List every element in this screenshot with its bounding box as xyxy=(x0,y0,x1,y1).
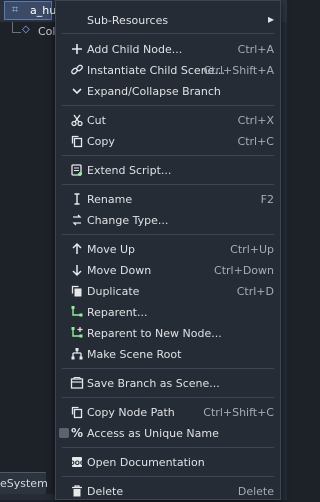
tree-branch-line xyxy=(12,22,21,33)
help-doc-icon: DOC xyxy=(70,455,84,469)
add-icon xyxy=(70,42,84,56)
menu-item-label: Move Up xyxy=(87,243,136,256)
copy-icon xyxy=(70,134,84,148)
copy-path-icon xyxy=(70,405,84,419)
menu-separator xyxy=(62,155,274,156)
arrow-down-icon xyxy=(70,263,84,277)
menu-item-access-as-unique-name[interactable]: % Access as Unique Name xyxy=(56,423,280,444)
menu-item-label: Cut xyxy=(87,114,106,127)
menu-separator xyxy=(62,234,274,235)
menu-item-change-type[interactable]: Change Type... xyxy=(56,210,280,231)
script-extend-icon xyxy=(70,163,84,177)
menu-item-save-branch-as-scene[interactable]: Save Branch as Scene... xyxy=(56,373,280,394)
menu-item-move-down[interactable]: Move Down Ctrl+Down xyxy=(56,260,280,281)
menu-item-copy-node-path[interactable]: Copy Node Path Ctrl+Shift+C xyxy=(56,402,280,423)
menu-item-label: Make Scene Root xyxy=(87,348,182,361)
menu-item-copy[interactable]: Copy Ctrl+C xyxy=(56,131,280,152)
menu-item-shortcut: Ctrl+D xyxy=(236,285,274,298)
collision-shape-icon: ◇ xyxy=(22,24,30,35)
menu-item-add-child-node[interactable]: Add Child Node... Ctrl+A xyxy=(56,39,280,60)
menu-item-shortcut: Delete xyxy=(237,485,274,498)
chevron-right-icon: ▸ xyxy=(267,12,274,26)
menu-item-shortcut: Ctrl+Down xyxy=(214,264,274,277)
svg-text:DOC: DOC xyxy=(70,460,84,467)
menu-item-rename[interactable]: Rename F2 xyxy=(56,189,280,210)
inspector-edge xyxy=(281,0,287,500)
menu-item-label: Expand/Collapse Branch xyxy=(87,85,221,98)
save-scene-icon xyxy=(70,376,84,390)
menu-separator xyxy=(62,476,274,477)
menu-item-label: Access as Unique Name xyxy=(87,427,219,440)
menu-item-shortcut: Ctrl+Up xyxy=(230,243,274,256)
link-icon xyxy=(70,63,84,77)
menu-item-delete[interactable]: Delete Delete xyxy=(56,481,280,502)
menu-separator xyxy=(62,368,274,369)
menu-item-label: Rename xyxy=(87,193,133,206)
scene-root-icon xyxy=(70,347,84,361)
menu-item-label: Copy Node Path xyxy=(87,406,175,419)
menu-item-label: Open Documentation xyxy=(87,456,205,469)
menu-item-extend-script[interactable]: Extend Script... xyxy=(56,160,280,181)
unique-name-checkbox[interactable] xyxy=(59,428,69,438)
menu-item-label: Reparent to New Node... xyxy=(87,327,222,340)
menu-item-reparent-to-new-node[interactable]: Reparent to New Node... xyxy=(56,323,280,344)
menu-item-label: Change Type... xyxy=(87,214,169,227)
menu-item-make-scene-root[interactable]: Make Scene Root xyxy=(56,344,280,365)
menu-item-shortcut: Ctrl+A xyxy=(237,43,274,56)
bottom-panel-tab[interactable]: eSystem xyxy=(0,472,48,494)
menu-item-label: Extend Script... xyxy=(87,164,172,177)
inspector-tab-strip xyxy=(281,0,287,22)
menu-item-expand-collapse-branch[interactable]: Expand/Collapse Branch xyxy=(56,81,280,102)
menu-item-instantiate-child-scene[interactable]: Instantiate Child Scene... Ctrl+Shift+A xyxy=(56,60,280,81)
scissors-icon xyxy=(70,113,84,127)
arrow-up-icon xyxy=(70,242,84,256)
bottom-panel-tab-label: eSystem xyxy=(0,477,48,490)
menu-item-reparent[interactable]: Reparent... xyxy=(56,302,280,323)
menu-item-label: Sub-Resources xyxy=(87,14,169,27)
menu-separator xyxy=(62,447,274,448)
menu-separator xyxy=(62,397,274,398)
menu-separator xyxy=(62,184,274,185)
menu-item-shortcut: Ctrl+Shift+C xyxy=(203,406,274,419)
menu-item-open-documentation[interactable]: DOC Open Documentation xyxy=(56,452,280,473)
menu-item-label: Duplicate xyxy=(87,285,140,298)
menu-item-shortcut: F2 xyxy=(260,193,274,206)
menu-item-label: Delete xyxy=(87,485,124,498)
chevron-down-icon xyxy=(70,84,84,98)
text-cursor-icon xyxy=(70,192,84,206)
menu-item-shortcut: Ctrl+Shift+A xyxy=(203,64,274,77)
duplicate-icon xyxy=(70,284,84,298)
menu-item-label: Add Child Node... xyxy=(87,43,183,56)
menu-item-move-up[interactable]: Move Up Ctrl+Up xyxy=(56,239,280,260)
menu-item-sub-resources[interactable]: Sub-Resources ▸ xyxy=(56,10,280,31)
reparent-icon xyxy=(70,305,84,319)
menu-item-shortcut: Ctrl+C xyxy=(237,135,274,148)
menu-separator xyxy=(62,105,274,106)
menu-item-label: Copy xyxy=(87,135,115,148)
menu-item-label: Move Down xyxy=(87,264,152,277)
reparent-new-icon xyxy=(70,326,84,340)
percent-icon: % xyxy=(70,426,84,440)
menu-separator xyxy=(62,33,274,34)
area2d-node-icon: ⌗ xyxy=(11,3,19,16)
menu-item-label: Reparent... xyxy=(87,306,148,319)
menu-item-duplicate[interactable]: Duplicate Ctrl+D xyxy=(56,281,280,302)
change-type-icon xyxy=(70,213,84,227)
menu-item-label: Save Branch as Scene... xyxy=(87,377,220,390)
menu-item-shortcut: Ctrl+X xyxy=(237,114,274,127)
trash-icon xyxy=(70,484,84,498)
scene-tree-context-menu: Sub-Resources ▸ Add Child Node... Ctrl+A… xyxy=(55,0,281,500)
menu-item-cut[interactable]: Cut Ctrl+X xyxy=(56,110,280,131)
